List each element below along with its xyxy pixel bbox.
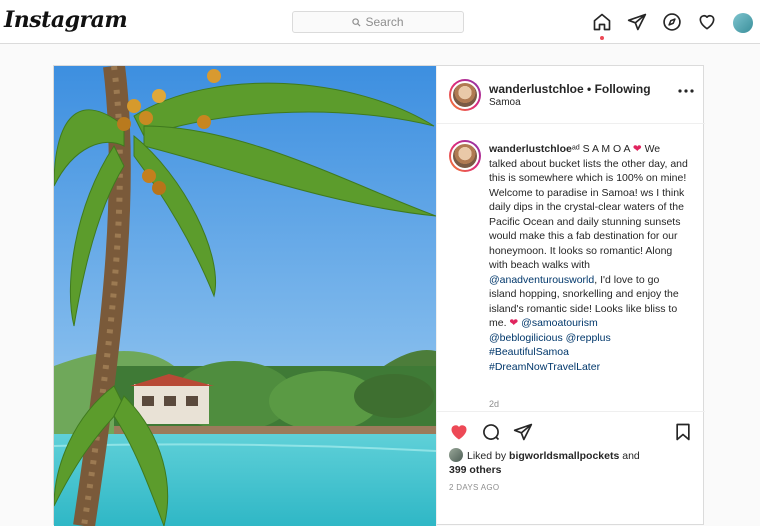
samoa-beach-image xyxy=(54,66,436,526)
home-icon[interactable] xyxy=(592,12,612,32)
mention-samoatourism[interactable]: @samoatourism xyxy=(521,317,598,329)
search-input[interactable]: Search xyxy=(292,11,464,33)
post-card: wanderlustchloe • Following Samoa wander… xyxy=(53,65,705,526)
search-placeholder: Search xyxy=(365,15,404,29)
red-heart-emoji-icon: ❤ xyxy=(509,317,519,329)
post-location[interactable]: Samoa xyxy=(489,97,521,108)
caption-timestamp[interactable]: 2d xyxy=(489,399,499,409)
top-navigation-bar: Instagram Search xyxy=(0,0,760,44)
like-button[interactable] xyxy=(449,422,469,442)
liker-avatar[interactable] xyxy=(449,448,463,462)
caption-text-1: ᵃᵈ S A M O A xyxy=(571,143,633,155)
comments-section: wanderlustchloeᵃᵈ S A M O A ❤ We talked … xyxy=(437,124,705,411)
others-count[interactable]: 399 others xyxy=(449,464,502,476)
liked-by-username[interactable]: bigworldsmallpockets xyxy=(509,450,619,462)
liked-by-suffix: and xyxy=(619,450,640,462)
post-caption: wanderlustchloeᵃᵈ S A M O A ❤ We talked … xyxy=(489,142,689,374)
heart-filled-icon xyxy=(451,425,467,440)
hashtag-beautifulsamoa[interactable]: #BeautifulSamoa xyxy=(489,346,569,358)
caption-text-2: We talked about bucket lists the other d… xyxy=(489,143,688,271)
more-options-icon[interactable] xyxy=(677,86,695,96)
author-avatar[interactable] xyxy=(449,79,481,111)
post-actions-bar xyxy=(437,411,705,451)
author-username[interactable]: wanderlustchloe • Following xyxy=(489,82,651,96)
direct-messages-icon[interactable] xyxy=(627,12,647,32)
share-button[interactable] xyxy=(513,422,533,442)
red-heart-emoji-icon: ❤ xyxy=(632,143,642,155)
search-icon xyxy=(352,17,361,27)
post-header: wanderlustchloe • Following Samoa xyxy=(437,66,705,124)
profile-avatar[interactable] xyxy=(733,13,753,33)
author-username-text[interactable]: wanderlustchloe xyxy=(489,82,584,96)
comment-button[interactable] xyxy=(481,422,501,442)
home-active-dot xyxy=(600,36,604,40)
mention-anadventurousworld[interactable]: @anadventurousworld xyxy=(489,274,594,286)
post-details-panel: wanderlustchloe • Following Samoa wander… xyxy=(436,66,705,526)
caption-avatar[interactable] xyxy=(449,140,481,172)
liked-by-prefix: Liked by xyxy=(467,450,510,462)
post-date[interactable]: 2 DAYS AGO xyxy=(449,483,499,492)
save-button[interactable] xyxy=(673,422,693,442)
instagram-logo[interactable]: Instagram xyxy=(4,7,128,33)
comment-bubble-icon xyxy=(483,424,500,441)
post-photo[interactable] xyxy=(54,66,436,526)
activity-heart-icon[interactable] xyxy=(697,12,717,32)
bookmark-icon xyxy=(676,423,690,441)
mention-repplus[interactable]: @repplus xyxy=(566,332,611,344)
caption-username[interactable]: wanderlustchloe xyxy=(489,143,572,155)
following-status[interactable]: • Following xyxy=(587,82,651,96)
likes-summary: Liked by bigworldsmallpockets and 399 ot… xyxy=(449,448,689,477)
hashtag-dreamnowtravellater[interactable]: #DreamNowTravelLater xyxy=(489,361,600,373)
paper-plane-icon xyxy=(513,423,533,441)
explore-compass-icon[interactable] xyxy=(662,12,682,32)
mention-beblogilicious[interactable]: @beblogilicious xyxy=(489,332,563,344)
